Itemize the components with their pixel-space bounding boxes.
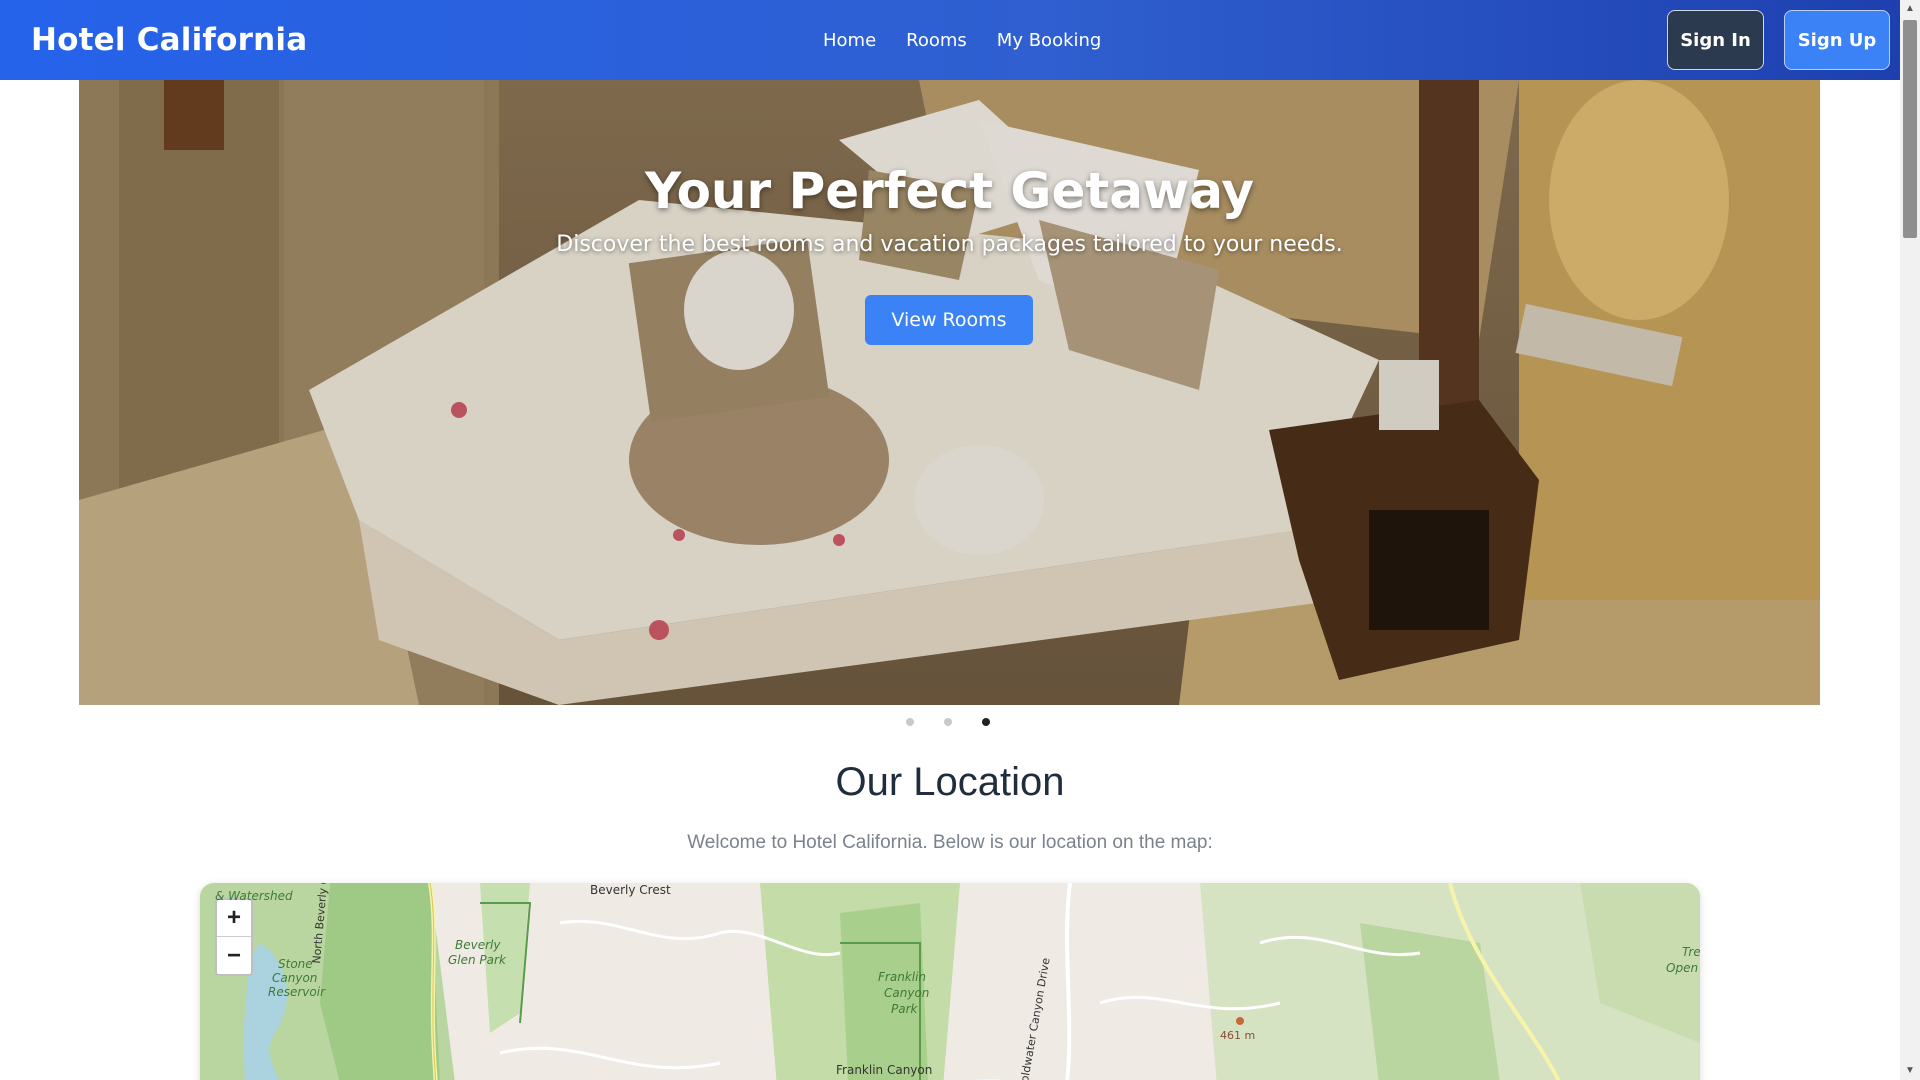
- scroll-up-arrow-icon[interactable]: ▲: [1900, 0, 1920, 18]
- scrollbar-thumb[interactable]: [1903, 20, 1917, 238]
- view-rooms-button[interactable]: View Rooms: [865, 295, 1033, 345]
- navbar: Hotel California Home Rooms My Booking S…: [0, 0, 1900, 80]
- nav-rooms-link[interactable]: Rooms: [906, 30, 967, 51]
- map-label-beverly-glen-2: Glen Park: [448, 953, 506, 967]
- zoom-out-button[interactable]: −: [217, 937, 251, 974]
- sign-up-button[interactable]: Sign Up: [1784, 10, 1890, 70]
- carousel-dot-1[interactable]: [906, 718, 914, 726]
- sign-in-button[interactable]: Sign In: [1667, 10, 1764, 70]
- map-label-franklin-canyon: Franklin Canyon: [836, 1063, 933, 1077]
- map-label-watershed: & Watershed: [215, 889, 293, 903]
- map-label-tree-2: Open: [1666, 961, 1699, 975]
- nav-my-booking-link[interactable]: My Booking: [997, 30, 1102, 51]
- map-label-stone-1: Stone: [278, 957, 313, 971]
- map-zoom-control: + −: [215, 898, 253, 976]
- location-subtitle: Welcome to Hotel California. Below is ou…: [687, 832, 1213, 853]
- hero-title: Your Perfect Getaway: [644, 162, 1255, 220]
- page-scrollbar[interactable]: ▲ ▼: [1900, 0, 1920, 1080]
- nav-links: Home Rooms My Booking: [823, 30, 1101, 51]
- map-label-beverly-glen-1: Beverly: [455, 938, 501, 952]
- location-title: Our Location: [835, 760, 1065, 804]
- map-label-franklin-1: Franklin: [878, 970, 927, 984]
- carousel-indicators: [906, 718, 990, 726]
- zoom-in-button[interactable]: +: [217, 900, 251, 937]
- scroll-down-arrow-icon[interactable]: ▼: [1900, 1062, 1920, 1080]
- map-label-franklin-3: Park: [891, 1002, 918, 1016]
- map-label-beverly-crest: Beverly Crest: [590, 883, 671, 897]
- map-label-stone-3: Reservoir: [268, 985, 325, 999]
- map-label-stone-2: Canyon: [272, 971, 318, 985]
- hero-subtitle: Discover the best rooms and vacation pac…: [556, 232, 1343, 257]
- map-label-franklin-2: Canyon: [884, 986, 930, 1000]
- brand-logo[interactable]: Hotel California: [31, 22, 307, 58]
- map-tiles: [200, 883, 1700, 1080]
- hero-carousel: Your Perfect Getaway Discover the best r…: [79, 80, 1820, 705]
- location-map[interactable]: + − Beverly Crest & Watershed Beverly Gl…: [200, 883, 1700, 1080]
- map-label-elevation: 461 m: [1220, 1029, 1256, 1042]
- nav-home-link[interactable]: Home: [823, 30, 876, 51]
- map-label-tree-1: Tre: [1682, 945, 1700, 959]
- carousel-dot-2[interactable]: [944, 718, 952, 726]
- carousel-dot-3-active[interactable]: [982, 718, 990, 726]
